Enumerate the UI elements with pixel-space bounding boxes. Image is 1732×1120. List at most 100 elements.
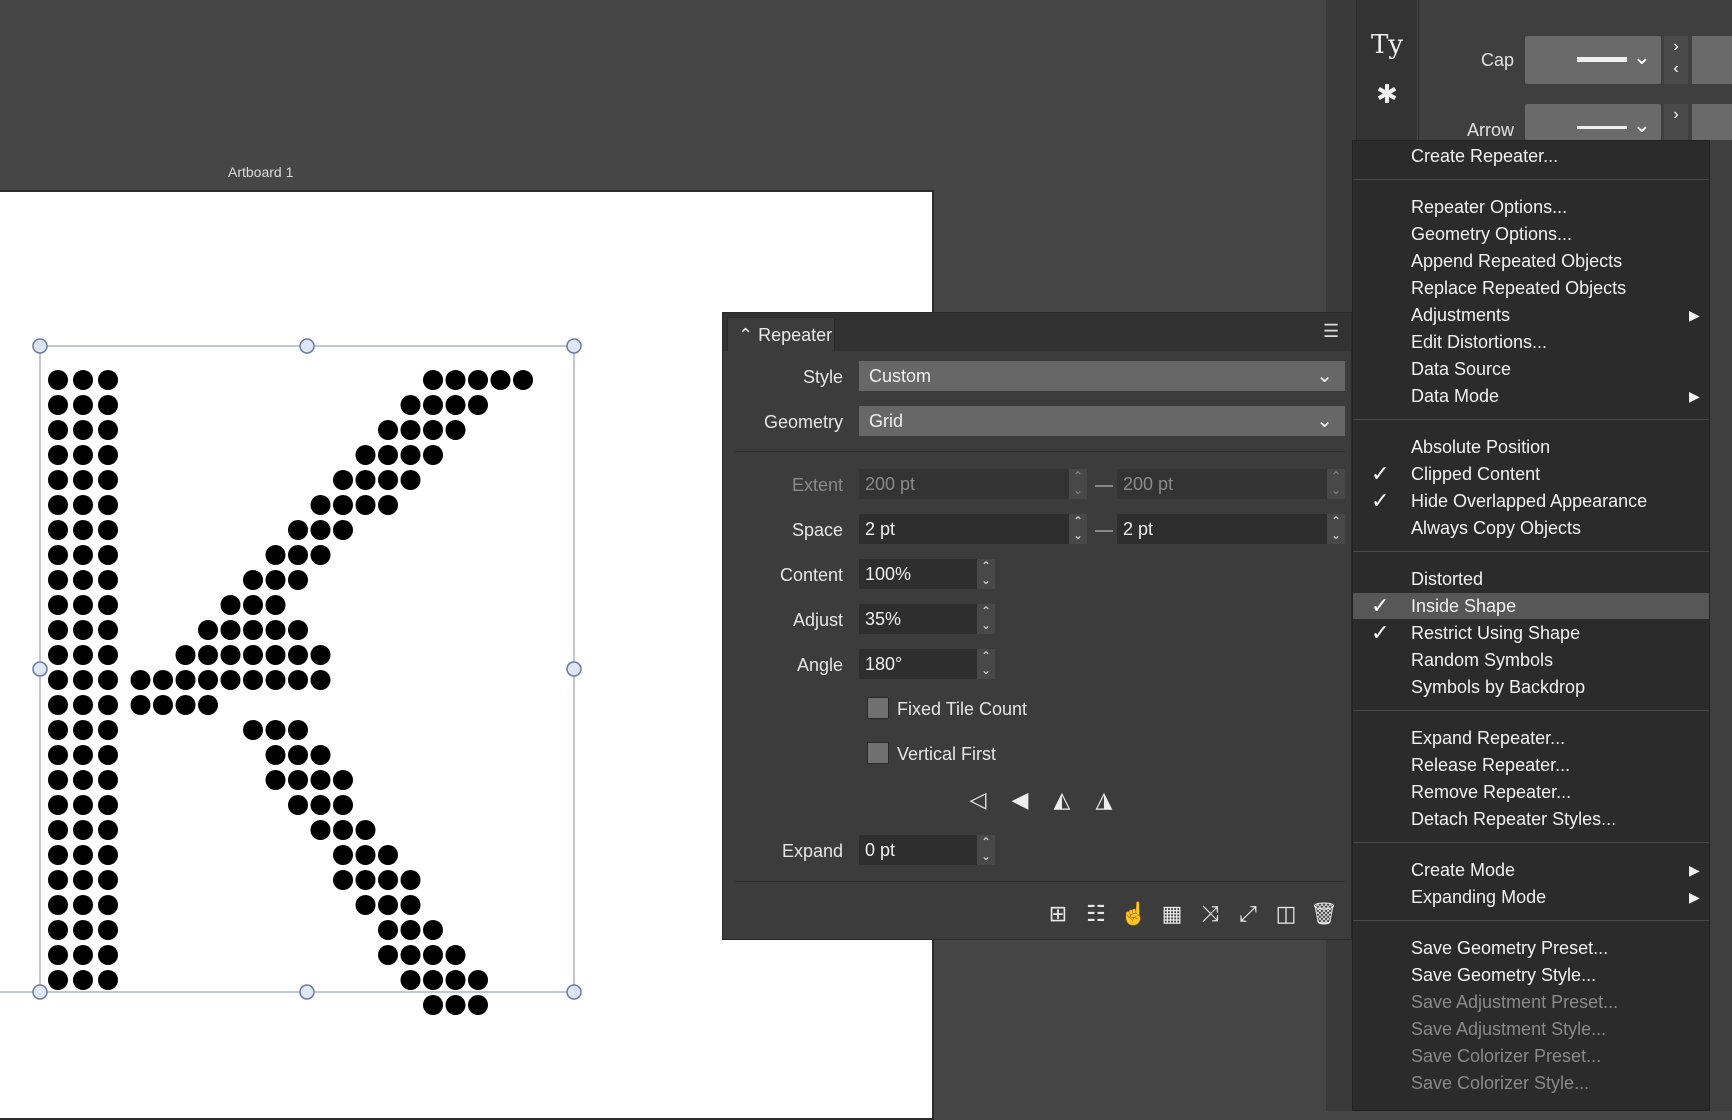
flip-horizontal-right-icon[interactable]: ◀ — [1005, 785, 1035, 815]
menu-item-expanding-mode[interactable]: Expanding Mode ▶ — [1353, 884, 1709, 910]
menu-item-detach-repeater-styles[interactable]: Detach Repeater Styles... — [1353, 806, 1709, 832]
repeated-dot — [310, 520, 331, 540]
menu-item-distorted[interactable]: Distorted — [1353, 566, 1709, 592]
repeated-dot — [98, 895, 118, 915]
text-style-icon[interactable]: Ty — [1370, 28, 1404, 62]
arrow-dropdown-end[interactable] — [1692, 104, 1732, 140]
repeated-dot — [355, 895, 376, 915]
repeated-dot — [98, 945, 118, 965]
tab-label: Repeater — [758, 325, 833, 345]
repeated-dot — [48, 570, 68, 590]
vertical-first-label[interactable]: Vertical First — [897, 744, 996, 765]
repeated-dot — [355, 845, 376, 865]
adjust-stepper[interactable]: ⌃ ⌄ — [977, 604, 995, 634]
repeated-dot — [73, 920, 93, 940]
space-y-stepper[interactable]: ⌃ ⌄ — [1327, 514, 1345, 544]
menu-item-release-repeater[interactable]: Release Repeater... — [1353, 752, 1709, 778]
menu-item-data-mode[interactable]: Data Mode ▶ — [1353, 383, 1709, 409]
extent-y-stepper[interactable]: ⌃ ⌄ — [1327, 469, 1345, 499]
menu-item-create-repeater[interactable]: Create Repeater... — [1353, 143, 1709, 169]
cap-dropdown-end[interactable] — [1692, 36, 1732, 84]
repeated-dot — [288, 720, 308, 740]
space-x-input[interactable]: 2 pt — [859, 514, 1069, 544]
menu-item-label: Save Geometry Style... — [1411, 965, 1597, 985]
menu-item-label: Save Adjustment Style... — [1411, 1019, 1607, 1039]
expand-icon[interactable]: ⤢ — [1233, 899, 1263, 929]
content-stepper[interactable]: ⌃ ⌄ — [977, 559, 995, 589]
menu-item-label: Expanding Mode — [1411, 887, 1547, 907]
fixed-tile-count-label[interactable]: Fixed Tile Count — [897, 699, 1027, 720]
fixed-tile-count-checkbox[interactable] — [867, 697, 889, 719]
grid-icon[interactable]: ▦ — [1157, 899, 1187, 929]
arrow-stepper[interactable]: › — [1664, 104, 1688, 140]
arrow-dropdown[interactable]: ⌄ — [1525, 104, 1661, 140]
panel-menu-icon[interactable]: ☰ — [1323, 322, 1343, 341]
extent-y-input[interactable]: 200 pt — [1117, 469, 1327, 499]
menu-item-inside-shape[interactable]: ✓ Inside Shape — [1353, 593, 1709, 619]
menu-item-append-repeated-objects[interactable]: Append Repeated Objects — [1353, 248, 1709, 274]
mirror-skew-icon[interactable]: ◮ — [1089, 785, 1119, 815]
menu-item-random-symbols[interactable]: Random Symbols — [1353, 647, 1709, 673]
menu-item-label: Data Mode — [1411, 386, 1500, 406]
menu-item-label: Edit Distortions... — [1411, 332, 1548, 352]
menu-item-always-copy-objects[interactable]: Always Copy Objects — [1353, 515, 1709, 541]
menu-item-save-geometry-preset[interactable]: Save Geometry Preset... — [1353, 935, 1709, 961]
repeated-dot — [423, 370, 443, 390]
chevron-down-icon: ⌄ — [1316, 365, 1333, 387]
repeated-dot — [98, 570, 118, 590]
menu-item-label: Hide Overlapped Appearance — [1411, 491, 1648, 511]
space-y-input[interactable]: 2 pt — [1117, 514, 1327, 544]
repeater-context-menu: Create Repeater... Repeater Options... Geo… — [1352, 140, 1710, 1111]
repeated-dot — [355, 445, 376, 465]
angle-input[interactable]: 180° — [859, 649, 977, 679]
geometry-select[interactable]: Grid ⌄ — [859, 406, 1345, 436]
asterisk-symbol-icon[interactable]: ✱ — [1370, 78, 1404, 112]
menu-item-edit-distortions[interactable]: Edit Distortions... — [1353, 329, 1709, 355]
repeated-dot — [73, 395, 93, 415]
menu-item-clipped-content[interactable]: ✓ Clipped Content — [1353, 461, 1709, 487]
angle-stepper[interactable]: ⌃ ⌄ — [977, 649, 995, 679]
repeated-dot — [98, 795, 118, 815]
menu-item-adjustments[interactable]: Adjustments ▶ — [1353, 302, 1709, 328]
content-input[interactable]: 100% — [859, 559, 977, 589]
shuffle-icon[interactable]: ⤨ — [1195, 899, 1225, 929]
repeated-dot — [98, 595, 118, 615]
add-repeater-icon[interactable]: ⊞ — [1043, 899, 1073, 929]
cap-dropdown[interactable]: ⌄ — [1525, 36, 1661, 84]
adjustments-icon[interactable]: ☷ — [1081, 899, 1111, 929]
extent-x-input[interactable]: 200 pt — [859, 469, 1069, 499]
expand-input[interactable]: 0 pt — [859, 835, 977, 865]
extent-x-stepper[interactable]: ⌃ ⌄ — [1069, 469, 1087, 499]
mirror-vertical-icon[interactable]: ◭ — [1047, 785, 1077, 815]
repeated-dot — [98, 645, 118, 665]
menu-item-create-mode[interactable]: Create Mode ▶ — [1353, 857, 1709, 883]
menu-item-save-geometry-style[interactable]: Save Geometry Style... — [1353, 962, 1709, 988]
menu-item-expand-repeater[interactable]: Expand Repeater... — [1353, 725, 1709, 751]
repeated-dot — [445, 945, 466, 965]
edit-touch-icon[interactable]: ☝ — [1119, 899, 1149, 929]
style-select[interactable]: Custom ⌄ — [859, 361, 1345, 391]
tab-repeater[interactable]: ⌃ Repeater — [727, 317, 835, 351]
collapse-icon[interactable]: ⌃ — [738, 325, 753, 345]
repeated-dot — [73, 970, 93, 990]
cap-stepper[interactable]: › ‹ — [1664, 36, 1688, 84]
menu-item-hide-overlapped-appearance[interactable]: ✓ Hide Overlapped Appearance — [1353, 488, 1709, 514]
menu-item-restrict-using-shape[interactable]: ✓ Restrict Using Shape — [1353, 620, 1709, 646]
menu-item-replace-repeated-objects[interactable]: Replace Repeated Objects — [1353, 275, 1709, 301]
repeated-dot — [98, 670, 118, 690]
menu-item-symbols-by-backdrop[interactable]: Symbols by Backdrop — [1353, 674, 1709, 700]
expand-stepper[interactable]: ⌃ ⌄ — [977, 835, 995, 865]
menu-separator — [1353, 179, 1709, 180]
vertical-first-checkbox[interactable] — [867, 742, 889, 764]
menu-item-data-source[interactable]: Data Source — [1353, 356, 1709, 382]
flip-horizontal-left-icon[interactable]: ◁ — [963, 785, 993, 815]
menu-item-repeater-options[interactable]: Repeater Options... — [1353, 194, 1709, 220]
menu-item-geometry-options[interactable]: Geometry Options... — [1353, 221, 1709, 247]
layout-settings-icon[interactable]: ◫ — [1271, 899, 1301, 929]
adjust-input[interactable]: 35% — [859, 604, 977, 634]
menu-item-absolute-position[interactable]: Absolute Position — [1353, 434, 1709, 460]
space-x-stepper[interactable]: ⌃ ⌄ — [1069, 514, 1087, 544]
trash-icon[interactable]: 🗑 — [1309, 899, 1339, 929]
repeated-dot — [288, 545, 308, 565]
menu-item-remove-repeater[interactable]: Remove Repeater... — [1353, 779, 1709, 805]
